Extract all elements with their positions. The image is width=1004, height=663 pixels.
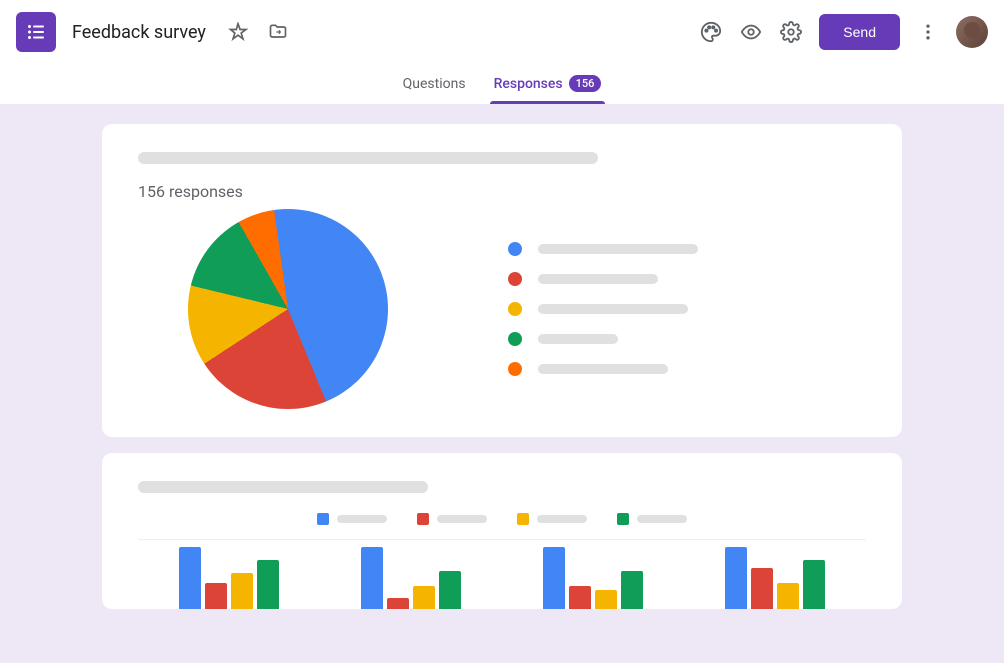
- bar-legend-item: [317, 513, 387, 525]
- summary-card: 156 responses: [102, 124, 902, 437]
- legend-label-placeholder: [538, 334, 618, 344]
- pie-chart: [188, 209, 388, 409]
- list-icon: [26, 22, 46, 42]
- bar: [231, 573, 253, 609]
- legend-label-placeholder: [538, 364, 668, 374]
- bar: [413, 586, 435, 609]
- bar: [621, 571, 643, 609]
- legend-item: [508, 362, 698, 376]
- legend-label-placeholder: [538, 274, 658, 284]
- bar: [569, 586, 591, 609]
- legend-square: [317, 513, 329, 525]
- legend-item: [508, 302, 698, 316]
- tab-responses[interactable]: Responses 156: [480, 64, 616, 104]
- legend-label-placeholder: [637, 515, 687, 523]
- eye-icon: [740, 21, 762, 43]
- bar: [751, 568, 773, 609]
- bar: [777, 583, 799, 609]
- tab-responses-label: Responses: [494, 76, 563, 92]
- tab-bar: Questions Responses 156: [0, 64, 1004, 104]
- workspace: 156 responses: [0, 104, 1004, 663]
- legend-label-placeholder: [538, 304, 688, 314]
- star-button[interactable]: [218, 12, 258, 52]
- star-icon: [228, 22, 248, 42]
- bar-chart: [138, 539, 866, 609]
- bar: [439, 571, 461, 609]
- question-title-placeholder: [138, 152, 598, 164]
- account-avatar[interactable]: [956, 16, 988, 48]
- bar: [387, 598, 409, 609]
- settings-button[interactable]: [771, 12, 811, 52]
- bar: [803, 560, 825, 609]
- bar-legend-item: [517, 513, 587, 525]
- bar: [179, 547, 201, 609]
- legend-dot: [508, 362, 522, 376]
- legend-dot: [508, 272, 522, 286]
- bar: [257, 560, 279, 609]
- palette-icon: [700, 21, 722, 43]
- legend-label-placeholder: [337, 515, 387, 523]
- legend-square: [417, 513, 429, 525]
- bar: [205, 583, 227, 609]
- legend-square: [517, 513, 529, 525]
- bar-card: [102, 453, 902, 609]
- theme-button[interactable]: [691, 12, 731, 52]
- legend-dot: [508, 332, 522, 346]
- preview-button[interactable]: [731, 12, 771, 52]
- legend-item: [508, 242, 698, 256]
- bar: [725, 547, 747, 609]
- bar-group: [543, 547, 643, 609]
- responses-count-badge: 156: [569, 75, 602, 92]
- legend-dot: [508, 302, 522, 316]
- forms-logo[interactable]: [16, 12, 56, 52]
- question-title-placeholder: [138, 481, 428, 493]
- legend-item: [508, 272, 698, 286]
- send-button[interactable]: Send: [819, 14, 900, 50]
- bar-legend-item: [617, 513, 687, 525]
- responses-count-text: 156 responses: [138, 182, 866, 201]
- legend-square: [617, 513, 629, 525]
- legend-label-placeholder: [437, 515, 487, 523]
- move-folder-button[interactable]: [258, 12, 298, 52]
- tab-questions[interactable]: Questions: [389, 64, 480, 104]
- bar-legend: [138, 513, 866, 535]
- bar: [543, 547, 565, 609]
- bar-group: [179, 547, 279, 609]
- bar: [361, 547, 383, 609]
- bar-group: [725, 547, 825, 609]
- gear-icon: [780, 21, 802, 43]
- more-button[interactable]: [908, 12, 948, 52]
- legend-dot: [508, 242, 522, 256]
- more-vert-icon: [918, 22, 938, 42]
- bar-group: [361, 547, 461, 609]
- pie-legend: [508, 242, 698, 376]
- legend-label-placeholder: [537, 515, 587, 523]
- folder-move-icon: [268, 22, 288, 42]
- legend-item: [508, 332, 698, 346]
- bar: [595, 590, 617, 609]
- document-title[interactable]: Feedback survey: [72, 22, 206, 43]
- app-header: Feedback survey Send: [0, 0, 1004, 64]
- legend-label-placeholder: [538, 244, 698, 254]
- bar-legend-item: [417, 513, 487, 525]
